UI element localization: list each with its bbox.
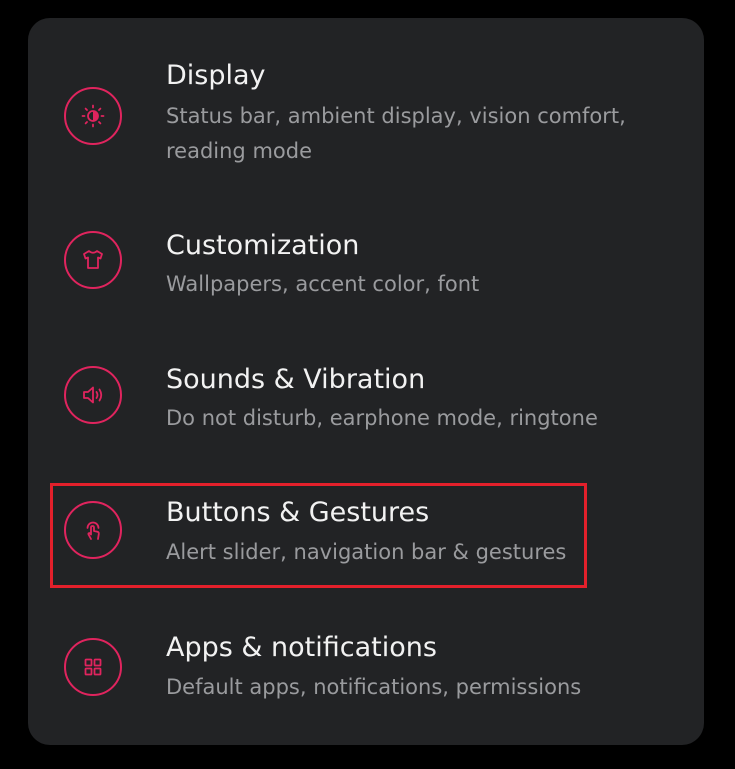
speaker-icon: [64, 366, 122, 424]
apps-grid-icon: [64, 638, 122, 696]
settings-item-sounds-vibration[interactable]: Sounds & Vibration Do not disturb, earph…: [28, 358, 704, 458]
settings-item-subtitle: Alert slider, navigation bar & gestures: [166, 540, 567, 564]
settings-item-apps-notifications[interactable]: Apps & notifications Default apps, notif…: [28, 628, 704, 728]
settings-item-subtitle: Do not disturb, earphone mode, ringtone: [166, 406, 598, 430]
settings-item-buttons-gestures[interactable]: Buttons & Gestures Alert slider, navigat…: [28, 493, 704, 593]
settings-item-customization[interactable]: Customization Wallpapers, accent color, …: [28, 223, 704, 323]
settings-item-display[interactable]: Display Status bar, ambient display, vis…: [28, 56, 704, 186]
tshirt-icon: [64, 231, 122, 289]
settings-item-subtitle: Wallpapers, accent color, font: [166, 272, 480, 296]
settings-item-title: Sounds & Vibration: [166, 364, 426, 395]
settings-item-subtitle: Status bar, ambient display, vision comf…: [166, 104, 626, 163]
settings-item-title: Display: [166, 60, 266, 91]
touch-gesture-icon: [64, 501, 122, 559]
settings-item-subtitle: Default apps, notifications, permissions: [166, 675, 582, 699]
brightness-icon: [64, 87, 122, 145]
settings-item-title: Customization: [166, 230, 360, 261]
settings-panel: Display Status bar, ambient display, vis…: [28, 18, 704, 745]
settings-item-title: Apps & notifications: [166, 632, 437, 663]
settings-item-title: Buttons & Gestures: [166, 497, 430, 528]
